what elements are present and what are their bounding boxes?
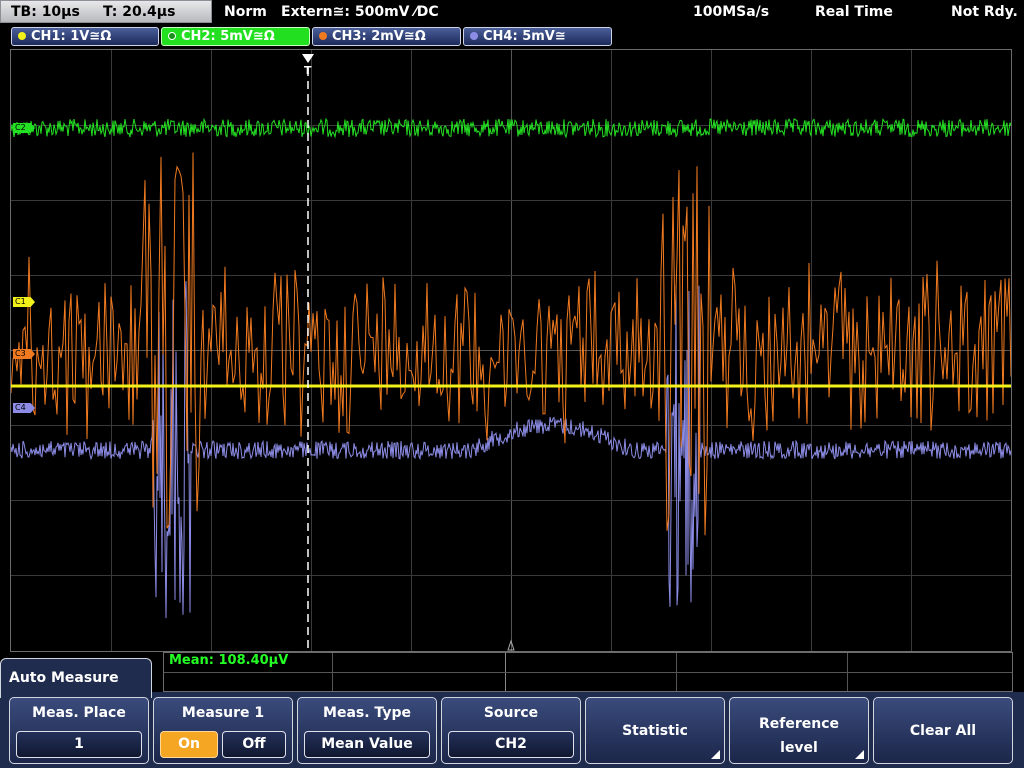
measure-1-label: Measure 1 bbox=[181, 705, 265, 721]
source-value: CH2 bbox=[448, 731, 574, 758]
measure-1-off-button[interactable]: Off bbox=[222, 731, 286, 758]
submenu-arrow-icon bbox=[711, 750, 720, 759]
waveform-display[interactable]: T C2 C1 C3 C4 bbox=[10, 49, 1012, 652]
channel-1-color-dot-icon bbox=[18, 32, 26, 40]
source-label: Source bbox=[483, 705, 539, 721]
channel-3-label: CH3: 2mV≅Ω bbox=[332, 29, 426, 44]
channel-2-trace bbox=[11, 117, 1011, 139]
clear-all-label: Clear All bbox=[909, 723, 977, 739]
channel-4-marker-label: C4 bbox=[15, 403, 26, 412]
channel-4-button[interactable]: CH4: 5mV≅ bbox=[463, 27, 612, 46]
meas-type-softkey[interactable]: Meas. Type Mean Value bbox=[297, 697, 437, 764]
channel-1-marker[interactable]: C1 bbox=[13, 297, 35, 307]
measure-1-on-button[interactable]: On bbox=[160, 731, 218, 758]
trigger-time-value: T: 20.4µs bbox=[103, 4, 176, 20]
channel-3-color-dot-icon bbox=[319, 32, 327, 40]
timebase-value: TB: 10µs bbox=[11, 4, 80, 20]
status-bar: TB: 10µs T: 20.4µs Norm Extern≅: 500mV ⁄… bbox=[0, 0, 1024, 25]
channel-2-marker-label: C2 bbox=[15, 123, 26, 132]
reference-level-label-2: level bbox=[780, 740, 818, 756]
channel-4-label: CH4: 5mV≅ bbox=[483, 29, 566, 44]
meas-place-softkey[interactable]: Meas. Place 1 bbox=[9, 697, 149, 764]
acquisition-mode: Real Time bbox=[815, 4, 893, 20]
channel-2-button[interactable]: CH2: 5mV≅Ω bbox=[161, 27, 310, 46]
channel-3-marker-label: C3 bbox=[15, 349, 26, 358]
waveform-traces bbox=[11, 54, 1011, 651]
meas-place-value: 1 bbox=[16, 731, 142, 758]
trigger-arrow-icon bbox=[302, 54, 314, 63]
channel-1-button[interactable]: CH1: 1V≅Ω bbox=[11, 27, 159, 46]
trigger-mode[interactable]: Norm bbox=[224, 2, 267, 22]
channel-2-marker[interactable]: C2 bbox=[13, 123, 35, 133]
measure-1-softkey[interactable]: Measure 1 On Off bbox=[153, 697, 293, 764]
menu-title: Auto Measure bbox=[0, 658, 152, 698]
timebase-box[interactable]: TB: 10µs T: 20.4µs bbox=[0, 0, 212, 23]
reference-level-label-1: Reference bbox=[758, 716, 840, 732]
channel-2-color-dot-icon bbox=[168, 32, 176, 40]
meas-divider bbox=[164, 672, 1012, 673]
channel-1-marker-label: C1 bbox=[15, 297, 26, 306]
sample-rate: 100MSa/s bbox=[693, 4, 770, 20]
channel-3-button[interactable]: CH3: 2mV≅Ω bbox=[312, 27, 461, 46]
reference-level-softkey[interactable]: Reference level bbox=[729, 697, 869, 764]
acquisition-state: Not Rdy. bbox=[951, 4, 1018, 20]
clear-all-softkey[interactable]: Clear All bbox=[873, 697, 1013, 764]
channel-1-label: CH1: 1V≅Ω bbox=[31, 29, 112, 44]
statistic-label: Statistic bbox=[622, 723, 688, 739]
channel-4-marker[interactable]: C4 bbox=[13, 403, 35, 413]
statistic-softkey[interactable]: Statistic bbox=[585, 697, 725, 764]
submenu-arrow-icon bbox=[855, 750, 864, 759]
source-softkey[interactable]: Source CH2 bbox=[441, 697, 581, 764]
measurement-result-area bbox=[163, 652, 1013, 692]
meas-type-label: Meas. Type bbox=[323, 705, 411, 721]
trigger-info[interactable]: Extern≅: 500mV ⁄DC bbox=[281, 2, 439, 22]
channel-4-trace bbox=[11, 281, 1011, 619]
channel-4-color-dot-icon bbox=[470, 32, 478, 40]
measurement-result: Mean: 108.40µV bbox=[169, 653, 289, 668]
channel-2-label: CH2: 5mV≅Ω bbox=[181, 29, 275, 44]
channel-3-marker[interactable]: C3 bbox=[13, 349, 35, 359]
trigger-label: T bbox=[304, 64, 312, 77]
meas-place-label: Meas. Place bbox=[32, 705, 126, 721]
meas-type-value: Mean Value bbox=[304, 731, 430, 758]
center-marker-icon bbox=[507, 639, 515, 651]
